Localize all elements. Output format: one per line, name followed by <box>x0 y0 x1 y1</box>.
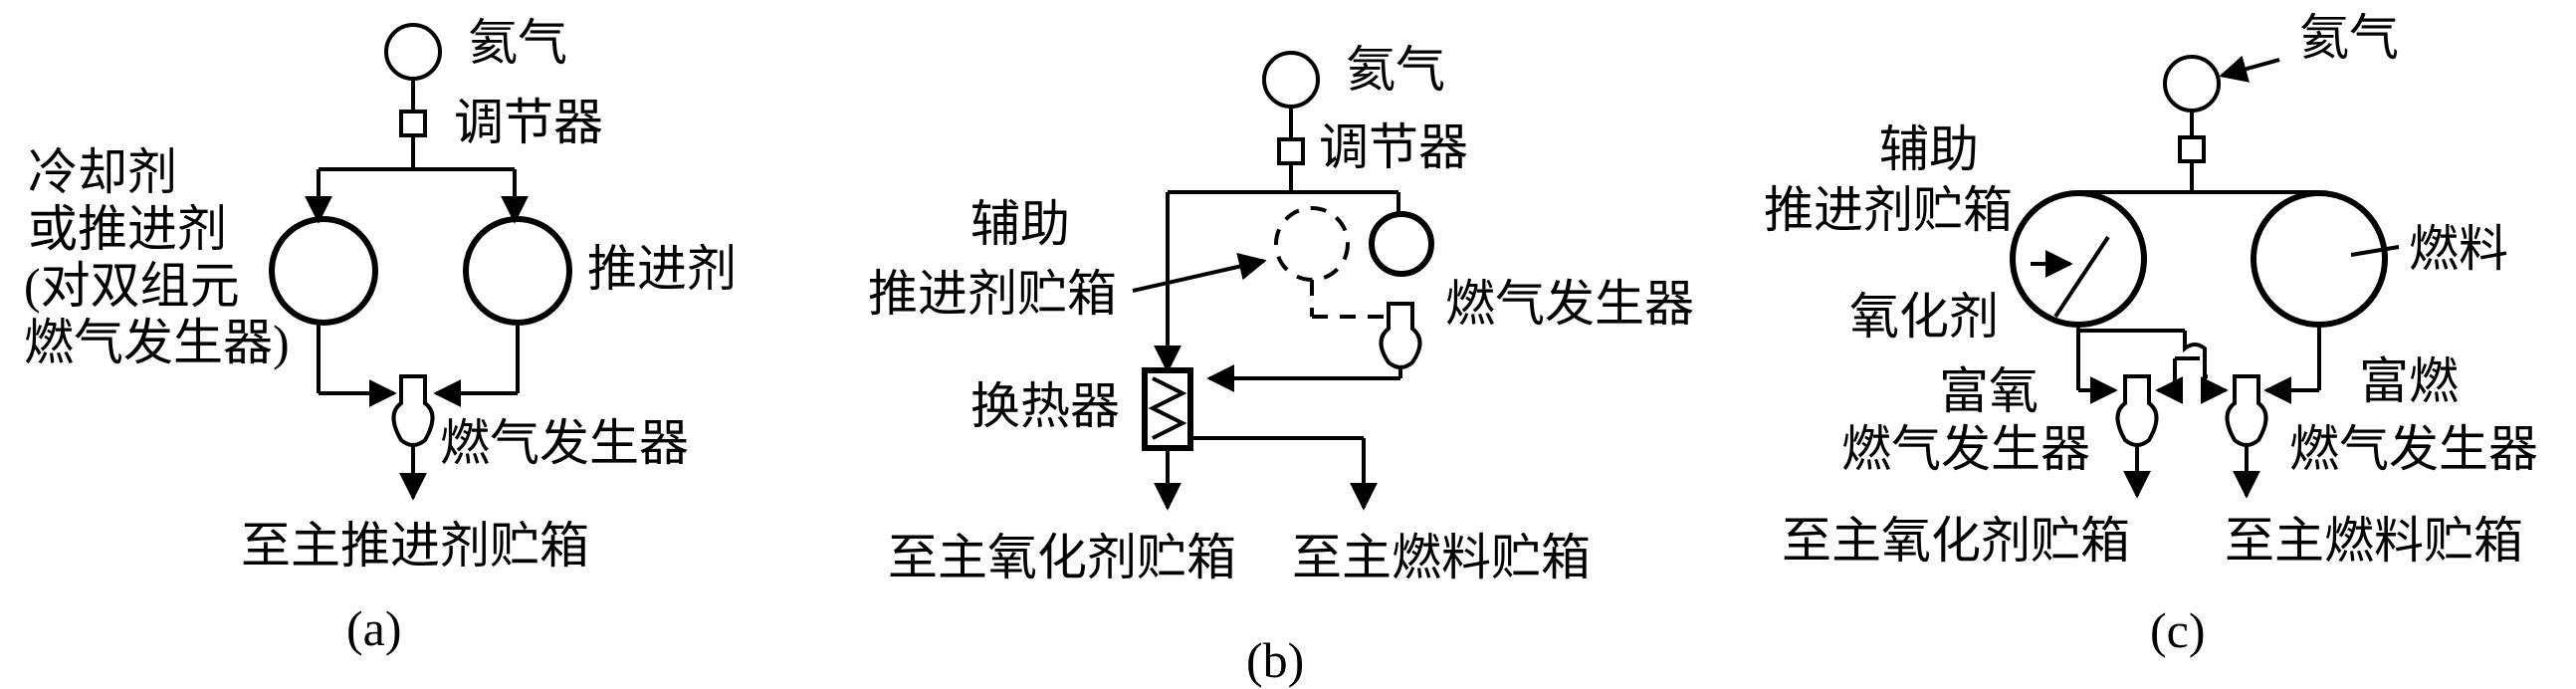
fuel-tank-c <box>2251 190 2388 328</box>
helium-bottle-b <box>1262 51 1320 109</box>
label-to-oxidizer-c: 至主氧化剂贮箱 <box>1782 513 2130 569</box>
helium-bottle-a <box>384 23 442 81</box>
label-regulator-a: 调节器 <box>454 95 603 150</box>
label-helium-a: 氦气 <box>468 15 567 71</box>
label-coolant-1: 冷却剂 <box>28 144 177 200</box>
caption-b: (b) <box>1246 632 1304 688</box>
ox-rich-gg-c <box>2115 374 2159 447</box>
label-helium-b: 氦气 <box>1346 42 1445 98</box>
label-helium-c: 氦气 <box>2299 10 2399 66</box>
gg-prop-tank-b <box>1369 211 1434 277</box>
label-ox-rich-2: 燃气发生器 <box>1841 421 2090 477</box>
label-to-fuel-b: 至主燃料贮箱 <box>1292 530 1591 585</box>
hx-coil-b <box>1148 376 1187 440</box>
ox-crossover-c <box>2183 331 2207 376</box>
aux-pointer-b <box>1132 252 1267 293</box>
label-ox-rich-1: 富氧 <box>1939 363 2039 419</box>
label-heat-exchanger-b: 换热器 <box>970 378 1120 434</box>
label-coolant-3: (对双组元 <box>24 258 240 314</box>
gas-generator-b <box>1379 302 1422 369</box>
label-fuel-rich-2: 燃气发生器 <box>2289 421 2538 477</box>
fuel-rich-gg-c <box>2225 374 2268 447</box>
label-to-oxidizer-b: 至主氧化剂贮箱 <box>888 530 1236 585</box>
aux-tank-b <box>1274 206 1350 282</box>
label-aux-c-1: 辅助 <box>1879 121 1979 177</box>
regulator-a <box>399 110 427 137</box>
label-aux-b-1: 辅助 <box>970 196 1070 252</box>
label-to-fuel-c: 至主燃料贮箱 <box>2225 513 2523 569</box>
label-aux-b-2: 推进剂贮箱 <box>868 266 1117 322</box>
oxidizer-tank-c <box>2010 190 2147 328</box>
pressurization-schematics: 氦气 调节器 冷却剂 或推进剂 (对双组元 燃气发生器) 推进剂 燃气发生器 至… <box>0 0 2576 689</box>
fuel-pointer-c <box>2350 245 2400 257</box>
label-regulator-b: 调节器 <box>1319 119 1468 175</box>
label-gas-generator-a: 燃气发生器 <box>440 415 689 471</box>
helium-bottle-c <box>2163 55 2221 113</box>
label-aux-c-2: 推进剂贮箱 <box>1764 182 2013 238</box>
label-gas-generator-b: 燃气发生器 <box>1445 276 1694 332</box>
helium-pointer-c <box>2219 55 2280 83</box>
caption-c: (c) <box>2150 602 2206 658</box>
panel-c: 氦气 辅助 推进剂贮箱 氧化剂 燃料 富氧 燃气发生器 富燃 燃气发生器 至主氧… <box>1764 10 2538 658</box>
coolant-tank-a <box>269 216 378 326</box>
label-propellant-a: 推进剂 <box>587 241 737 297</box>
label-fuel-rich-1: 富燃 <box>2359 353 2459 409</box>
label-oxidizer-c: 氧化剂 <box>1849 289 1999 344</box>
label-coolant-4: 燃气发生器) <box>24 315 290 370</box>
label-fuel-c: 燃料 <box>2409 221 2508 277</box>
gas-generator-a <box>391 374 435 447</box>
regulator-c <box>2178 135 2206 163</box>
oxidizer-pointer-c <box>2053 235 2110 319</box>
diagram-canvas: 氦气 调节器 冷却剂 或推进剂 (对双组元 燃气发生器) 推进剂 燃气发生器 至… <box>24 10 2538 688</box>
propellant-tank-a <box>463 216 572 326</box>
caption-a: (a) <box>346 600 402 656</box>
panel-b: 氦气 调节器 辅助 推进剂贮箱 燃气发生器 换热器 至主氧化剂贮箱 至主燃料贮箱… <box>868 42 1694 688</box>
regulator-b <box>1277 137 1305 165</box>
label-to-main-tank-a: 至主推进剂贮箱 <box>241 518 589 574</box>
label-coolant-2: 或推进剂 <box>28 201 227 257</box>
panel-a: 氦气 调节器 冷却剂 或推进剂 (对双组元 燃气发生器) 推进剂 燃气发生器 至… <box>24 15 737 656</box>
